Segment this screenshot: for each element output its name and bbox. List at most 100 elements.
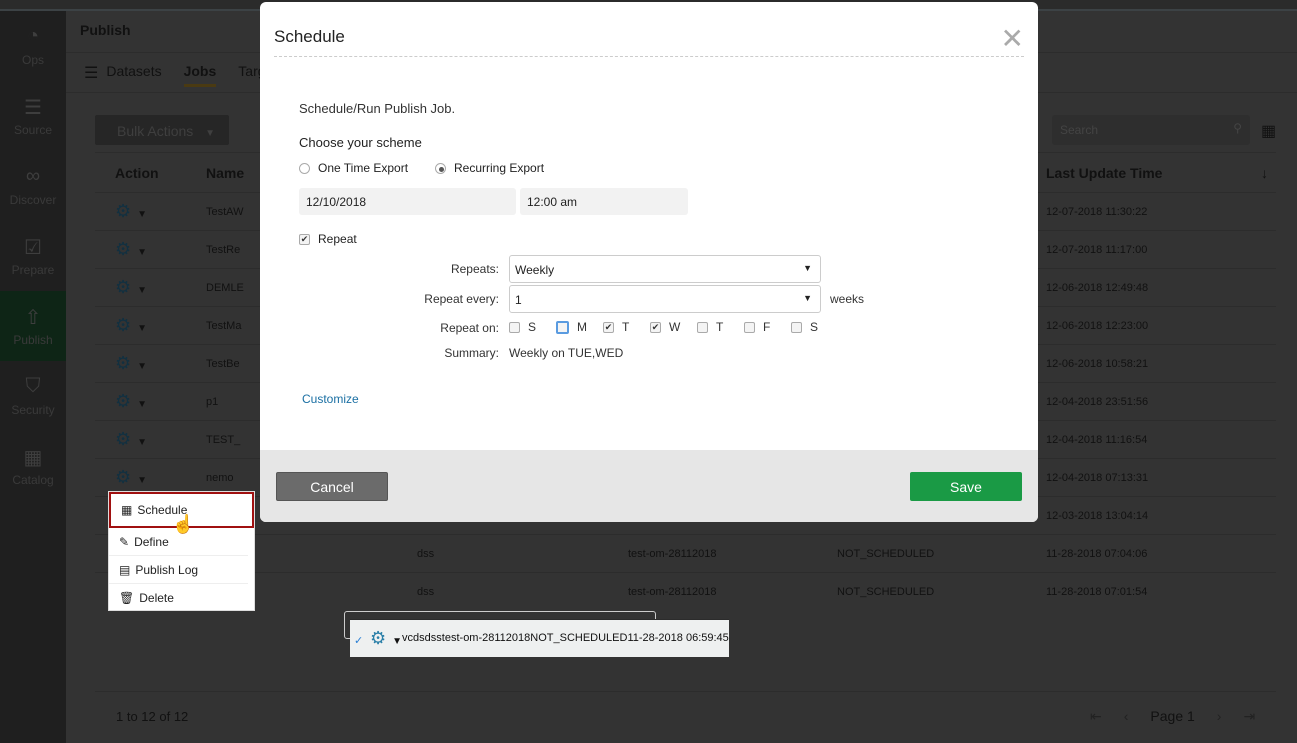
sidebar-item-ops[interactable]: ◔ Ops: [0, 11, 66, 81]
next-page-icon[interactable]: ›: [1217, 708, 1222, 725]
bulk-actions-button[interactable]: Bulk Actions ▼: [95, 115, 229, 145]
sidebar-item-prepare[interactable]: ☑ Prepare: [0, 221, 66, 291]
table-row[interactable]: ⚙▼ dss test-om-28112018 NOT_SCHEDULED 11…: [95, 572, 1276, 611]
sidebar-item-source[interactable]: ☰ Source: [0, 81, 66, 151]
sidebar-item-discover[interactable]: ∞ Discover: [0, 151, 66, 221]
calendar-icon: ▦: [121, 503, 133, 517]
gear-icon[interactable]: ⚙: [115, 391, 131, 411]
radio-one-time-export[interactable]: One Time Export: [299, 161, 408, 175]
cancel-button[interactable]: Cancel: [276, 472, 388, 501]
menu-item-delete[interactable]: 🗑 Delete: [109, 584, 248, 612]
caret-down-icon[interactable]: ▼: [137, 475, 147, 486]
caret-down-icon[interactable]: ▼: [137, 209, 147, 220]
caret-down-icon[interactable]: ▼: [392, 636, 402, 647]
day-checkbox[interactable]: M: [556, 320, 603, 334]
menu-item-publish-log[interactable]: ▤ Publish Log: [109, 556, 248, 584]
repeat-on-label: Repeat on:: [440, 321, 499, 335]
day-checkbox[interactable]: ✔ T: [603, 320, 650, 334]
cell-last-update: 12-04-2018 07:13:31: [1046, 458, 1276, 497]
col-last-update-time[interactable]: Last Update Time ↓: [1046, 152, 1276, 193]
divider: [274, 56, 1024, 57]
sidebar-item-publish[interactable]: ⇧ Publish: [0, 291, 66, 361]
cell-5: NOT_SCHEDULED: [837, 534, 1046, 573]
cell-last-update: 12-07-2018 11:17:00: [1046, 230, 1276, 269]
column-chooser-icon[interactable]: ▦: [1261, 121, 1276, 141]
log-icon: ▤: [119, 562, 131, 577]
caret-down-icon[interactable]: ▼: [137, 437, 147, 448]
cell-last-update: 11-28-2018 07:01:54: [1046, 572, 1276, 611]
sidebar-item-catalog[interactable]: ▦ Catalog: [0, 431, 66, 501]
caret-down-icon: ▼: [205, 128, 216, 139]
repeat-every-label: Repeat every:: [424, 292, 499, 306]
repeat-on-days: S M ✔ T ✔ W T F S: [509, 320, 838, 334]
cell-last-update: 12-06-2018 12:49:48: [1046, 268, 1276, 307]
pencil-icon: ✎: [119, 534, 130, 549]
gear-icon[interactable]: ⚙: [370, 628, 386, 648]
gear-icon[interactable]: ⚙: [115, 429, 131, 449]
prev-page-icon[interactable]: ‹: [1124, 708, 1129, 725]
clipboard-icon: ☑: [24, 237, 42, 259]
radio-recurring-export[interactable]: Recurring Export: [435, 161, 544, 175]
menu-icon[interactable]: ☰: [84, 63, 98, 87]
tab-bar: ☰ Datasets Jobs Targ: [84, 63, 266, 87]
gear-icon[interactable]: ⚙: [115, 467, 131, 487]
binoculars-icon: ∞: [25, 165, 41, 187]
save-button[interactable]: Save: [910, 472, 1022, 501]
col-action: Action: [95, 152, 206, 193]
dropdown-arrow-icon: ▼: [803, 263, 812, 273]
tab-datasets[interactable]: Datasets: [106, 63, 161, 87]
gear-icon[interactable]: ⚙: [115, 201, 131, 221]
caret-down-icon[interactable]: ▼: [137, 399, 147, 410]
customize-link[interactable]: Customize: [302, 392, 359, 406]
cell-last-update: 12-04-2018 11:16:54: [1046, 420, 1276, 459]
repeats-label: Repeats:: [450, 262, 499, 276]
cell-4: test-om-28112018: [441, 618, 531, 657]
cell-3: dss: [424, 618, 442, 657]
day-checkbox[interactable]: T: [697, 320, 744, 334]
pagination: ⇤ ‹ Page 1 › ⇥: [1090, 708, 1255, 725]
table-row[interactable]: ✓ ⚙ ▼ vcds dss test-om-28112018 NOT_SCHEDU…: [344, 610, 729, 657]
trash-icon: 🗑: [119, 591, 135, 605]
database-icon: ☰: [24, 97, 42, 119]
first-page-icon[interactable]: ⇤: [1090, 708, 1102, 725]
search-input[interactable]: Search ⚲: [1052, 115, 1250, 145]
page-number: Page 1: [1150, 708, 1195, 724]
weeks-unit: weeks: [830, 292, 865, 306]
cell-last-update: 11-28-2018 07:04:06: [1046, 534, 1276, 573]
table-row[interactable]: ⚙▼ dss test-om-28112018 NOT_SCHEDULED 11…: [95, 534, 1276, 573]
caret-down-icon[interactable]: ▼: [137, 285, 147, 296]
day-checkbox[interactable]: F: [744, 320, 791, 334]
cell-4: test-om-28112018: [628, 572, 837, 611]
time-field[interactable]: 12:00 am: [520, 188, 688, 215]
cell-5: NOT_SCHEDULED: [837, 572, 1046, 611]
caret-down-icon[interactable]: ▼: [137, 323, 147, 334]
cell-last-update: 12-07-2018 11:30:22: [1046, 192, 1276, 231]
gear-icon[interactable]: ⚙: [115, 353, 131, 373]
sidebar: ◔ Ops ☰ Source ∞ Discover ☑ Prepare ⇧ Publish…: [0, 11, 66, 743]
caret-down-icon[interactable]: ▼: [137, 361, 147, 372]
repeat-every-select[interactable]: 1 ▼: [509, 285, 821, 313]
cell-last-update: 12-03-2018 13:04:14: [1046, 496, 1276, 535]
sort-down-icon[interactable]: ↓: [1261, 165, 1268, 181]
close-icon[interactable]: ✕: [1001, 22, 1024, 55]
summary-label: Summary:: [444, 346, 499, 360]
dropdown-arrow-icon: ▼: [803, 293, 812, 303]
rocket-icon: ⇧: [24, 307, 42, 329]
gear-icon[interactable]: ⚙: [115, 239, 131, 259]
day-checkbox[interactable]: S: [791, 320, 838, 334]
sidebar-item-security[interactable]: ⛉ Security: [0, 361, 66, 431]
gear-icon[interactable]: ⚙: [115, 277, 131, 297]
gear-icon[interactable]: ⚙: [115, 315, 131, 335]
scheme-label: Choose your scheme: [299, 135, 422, 150]
day-checkbox[interactable]: S: [509, 320, 556, 334]
tab-jobs[interactable]: Jobs: [183, 63, 217, 87]
cell-3: dss: [417, 572, 628, 611]
day-checkbox[interactable]: ✔ W: [650, 320, 697, 334]
repeat-checkbox[interactable]: ✔ Repeat: [299, 232, 357, 246]
cell-5: NOT_SCHEDULED: [530, 618, 628, 657]
repeats-select[interactable]: Weekly ▼: [509, 255, 821, 283]
cell-name: vcds: [402, 618, 425, 657]
date-field[interactable]: 12/10/2018: [299, 188, 516, 215]
last-page-icon[interactable]: ⇥: [1243, 708, 1255, 725]
caret-down-icon[interactable]: ▼: [137, 247, 147, 258]
